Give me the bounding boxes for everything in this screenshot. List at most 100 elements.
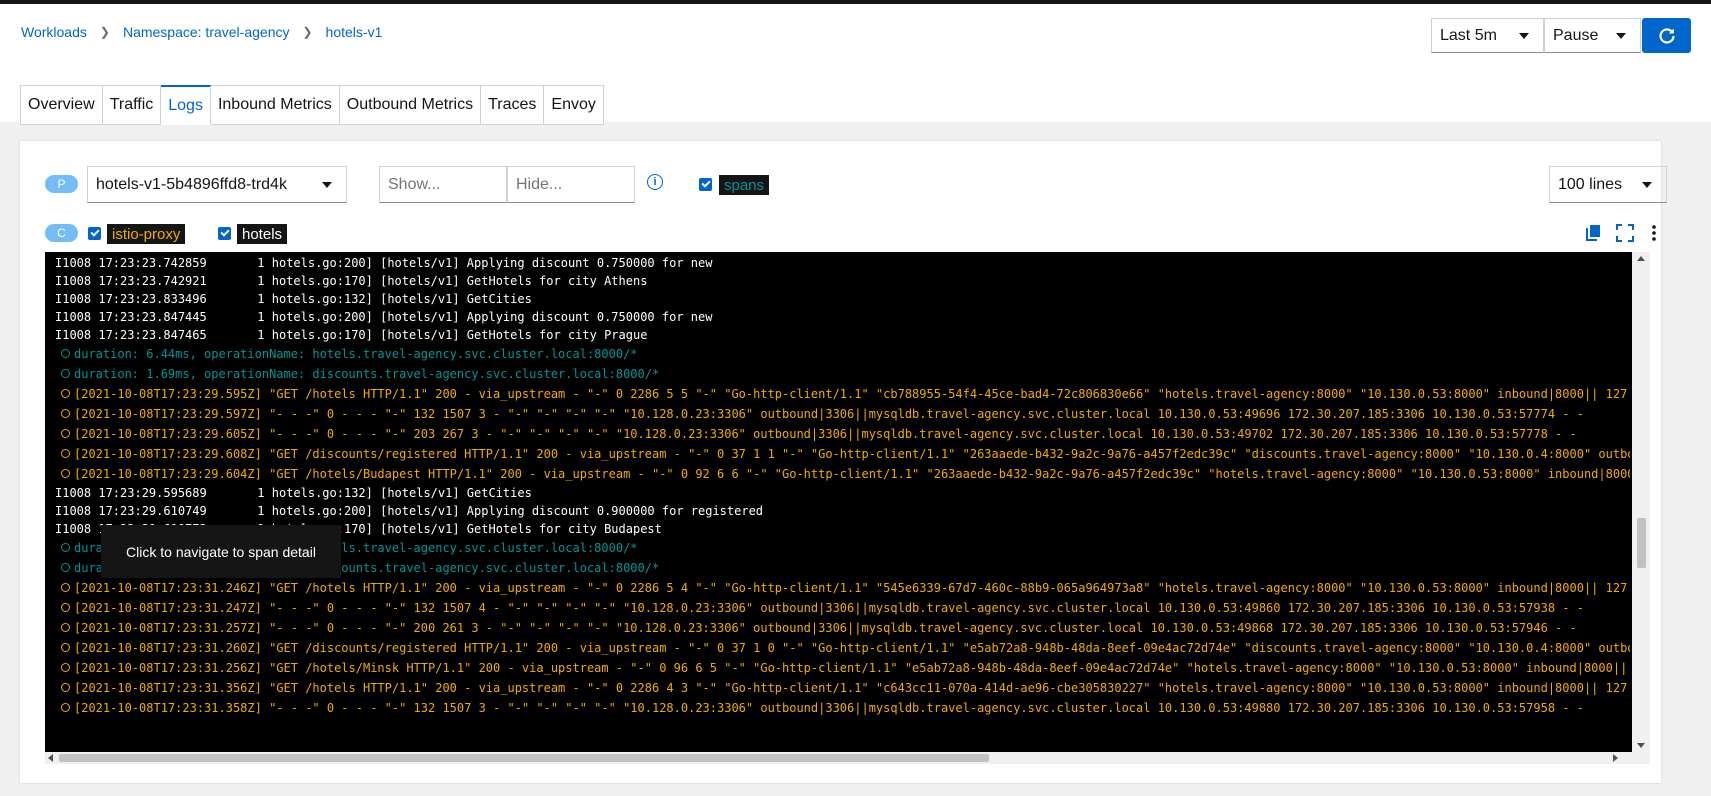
log-line-text: I1008 17:23:23.742921 1 hotels.go:170] [… xyxy=(55,274,648,288)
istio-proxy-checkbox[interactable] xyxy=(88,227,101,240)
log-line-text: [2021-10-08T17:23:31.260Z] "GET /discoun… xyxy=(74,641,1630,655)
expand-icon[interactable] xyxy=(1616,224,1634,242)
log-line-text: [2021-10-08T17:23:31.256Z] "GET /hotels/… xyxy=(74,661,1630,675)
info-circle-icon xyxy=(61,603,70,612)
app-log-line: I1008 17:23:23.847445 1 hotels.go:200] [… xyxy=(45,308,1630,326)
proxy-log-line[interactable]: [2021-10-08T17:23:31.247Z] "- - -" 0 - -… xyxy=(45,598,1630,618)
hotels-label: hotels xyxy=(237,224,288,244)
chevron-right-icon: ❯ xyxy=(99,25,110,39)
pod-badge: P xyxy=(45,175,78,193)
tab-logs[interactable]: Logs xyxy=(161,85,211,125)
log-viewer[interactable]: I1008 17:23:23.742859 1 hotels.go:200] [… xyxy=(45,252,1650,752)
vertical-scrollbar[interactable] xyxy=(1632,252,1650,752)
horizontal-scroll-thumb[interactable] xyxy=(59,754,989,762)
tab-envoy[interactable]: Envoy xyxy=(544,85,604,125)
log-line-text: duration: 6.44ms, operationName: hotels.… xyxy=(74,347,638,361)
container-badge: C xyxy=(45,224,78,242)
info-circle-icon xyxy=(61,429,70,438)
log-lines: I1008 17:23:23.742859 1 hotels.go:200] [… xyxy=(45,254,1630,718)
info-circle-icon xyxy=(61,583,70,592)
spans-label: spans xyxy=(719,175,770,195)
pod-select[interactable]: hotels-v1-5b4896ffd8-trd4k xyxy=(87,166,347,203)
proxy-log-line[interactable]: [2021-10-08T17:23:29.608Z] "GET /discoun… xyxy=(45,444,1630,464)
proxy-log-line[interactable]: [2021-10-08T17:23:31.260Z] "GET /discoun… xyxy=(45,638,1630,658)
hotels-checkbox[interactable] xyxy=(218,227,231,240)
proxy-log-line[interactable]: [2021-10-08T17:23:31.356Z] "GET /hotels … xyxy=(45,678,1630,698)
log-line-text: [2021-10-08T17:23:31.246Z] "GET /hotels … xyxy=(74,581,1630,595)
log-line-text: I1008 17:23:23.742859 1 hotels.go:200] [… xyxy=(55,256,713,270)
proxy-log-line[interactable]: [2021-10-08T17:23:31.256Z] "GET /hotels/… xyxy=(45,658,1630,678)
app-log-line: I1008 17:23:29.610749 1 hotels.go:200] [… xyxy=(45,502,1630,520)
app-log-line: I1008 17:23:29.595689 1 hotels.go:132] [… xyxy=(45,484,1630,502)
log-line-text: [2021-10-08T17:23:29.597Z] "- - -" 0 - -… xyxy=(74,407,1584,421)
tab-inbound-metrics[interactable]: Inbound Metrics xyxy=(210,85,340,125)
proxy-log-line[interactable]: [2021-10-08T17:23:31.246Z] "GET /hotels … xyxy=(45,578,1630,598)
app-log-line: I1008 17:23:23.833496 1 hotels.go:132] [… xyxy=(45,290,1630,308)
caret-down-icon xyxy=(1519,32,1529,39)
log-line-text: I1008 17:23:29.610749 1 hotels.go:200] [… xyxy=(55,504,764,518)
log-line-text: I1008 17:23:23.847445 1 hotels.go:200] [… xyxy=(55,310,713,324)
tab-outbound-metrics[interactable]: Outbound Metrics xyxy=(339,85,482,125)
proxy-log-line[interactable]: [2021-10-08T17:23:29.595Z] "GET /hotels … xyxy=(45,384,1630,404)
log-line-text: I1008 17:23:23.833496 1 hotels.go:132] [… xyxy=(55,292,532,306)
caret-down-icon xyxy=(1642,181,1652,188)
info-circle-icon xyxy=(61,389,70,398)
log-line-text: [2021-10-08T17:23:29.595Z] "GET /hotels … xyxy=(74,387,1630,401)
istio-proxy-label: istio-proxy xyxy=(107,224,186,244)
app-log-line: I1008 17:23:23.742859 1 hotels.go:200] [… xyxy=(45,254,1630,272)
refresh-interval-select[interactable]: Pause xyxy=(1544,18,1641,53)
proxy-log-line[interactable]: [2021-10-08T17:23:29.605Z] "- - -" 0 - -… xyxy=(45,424,1630,444)
log-line-text: [2021-10-08T17:23:29.604Z] "GET /hotels/… xyxy=(74,467,1630,481)
proxy-log-line[interactable]: [2021-10-08T17:23:29.597Z] "- - -" 0 - -… xyxy=(45,404,1630,424)
spans-checkbox[interactable] xyxy=(699,178,712,191)
refresh-icon xyxy=(1658,27,1675,44)
breadcrumb-namespace[interactable]: Namespace: travel-agency xyxy=(123,24,290,40)
log-line-text: [2021-10-08T17:23:31.257Z] "- - -" 0 - -… xyxy=(74,621,1577,635)
tab-traces[interactable]: Traces xyxy=(481,85,545,125)
info-circle-icon xyxy=(61,703,70,712)
app-log-line: I1008 17:23:23.847465 1 hotels.go:170] [… xyxy=(45,326,1630,344)
span-log-line[interactable]: duration: 6.44ms, operationName: hotels.… xyxy=(45,344,1630,364)
hide-filter-input[interactable] xyxy=(507,166,635,203)
log-line-text: I1008 17:23:23.847465 1 hotels.go:170] [… xyxy=(55,328,648,342)
time-range-select[interactable]: Last 5m xyxy=(1431,18,1544,53)
info-circle-icon xyxy=(61,643,70,652)
scroll-down-icon[interactable] xyxy=(1637,743,1645,748)
proxy-log-line[interactable]: [2021-10-08T17:23:29.604Z] "GET /hotels/… xyxy=(45,464,1630,484)
kebab-menu-icon[interactable] xyxy=(1645,224,1663,242)
info-circle-icon xyxy=(61,663,70,672)
logs-card: P hotels-v1-5b4896ffd8-trd4k i spans 100… xyxy=(20,141,1667,783)
horizontal-scrollbar[interactable] xyxy=(45,752,1650,764)
proxy-log-line[interactable]: [2021-10-08T17:23:31.257Z] "- - -" 0 - -… xyxy=(45,618,1630,638)
tab-bar: Overview Traffic Logs Inbound Metrics Ou… xyxy=(20,85,604,125)
info-circle-icon xyxy=(61,623,70,632)
info-circle-icon xyxy=(61,563,70,572)
scroll-up-icon[interactable] xyxy=(1637,256,1645,261)
proxy-log-line[interactable]: [2021-10-08T17:23:31.358Z] "- - -" 0 - -… xyxy=(45,698,1630,718)
caret-down-icon xyxy=(1616,32,1626,39)
scroll-left-icon[interactable] xyxy=(48,754,53,762)
refresh-button[interactable] xyxy=(1642,18,1691,53)
vertical-scroll-thumb[interactable] xyxy=(1637,518,1646,568)
app-log-line: I1008 17:23:23.742921 1 hotels.go:170] [… xyxy=(45,272,1630,290)
info-circle-icon xyxy=(61,409,70,418)
info-circle-icon xyxy=(61,449,70,458)
info-icon[interactable]: i xyxy=(647,174,663,190)
tab-overview[interactable]: Overview xyxy=(20,85,103,125)
lines-select-value: 100 lines xyxy=(1558,175,1623,193)
copy-icon[interactable] xyxy=(1585,224,1603,242)
caret-down-icon xyxy=(322,181,332,188)
info-circle-icon xyxy=(61,683,70,692)
scroll-right-icon[interactable] xyxy=(1613,754,1618,762)
show-filter-input[interactable] xyxy=(379,166,507,203)
log-line-text: [2021-10-08T17:23:31.358Z] "- - -" 0 - -… xyxy=(74,701,1584,715)
lines-select[interactable]: 100 lines xyxy=(1549,166,1667,203)
tab-traffic[interactable]: Traffic xyxy=(102,85,162,125)
span-log-line[interactable]: duration: 1.69ms, operationName: discoun… xyxy=(45,364,1630,384)
log-line-text: [2021-10-08T17:23:29.608Z] "GET /discoun… xyxy=(74,447,1630,461)
info-circle-icon xyxy=(61,469,70,478)
breadcrumb-workloads[interactable]: Workloads xyxy=(21,24,87,40)
breadcrumb-current[interactable]: hotels-v1 xyxy=(326,24,383,40)
info-circle-icon xyxy=(61,349,70,358)
log-line-text: duration: 1.69ms, operationName: discoun… xyxy=(74,367,660,381)
